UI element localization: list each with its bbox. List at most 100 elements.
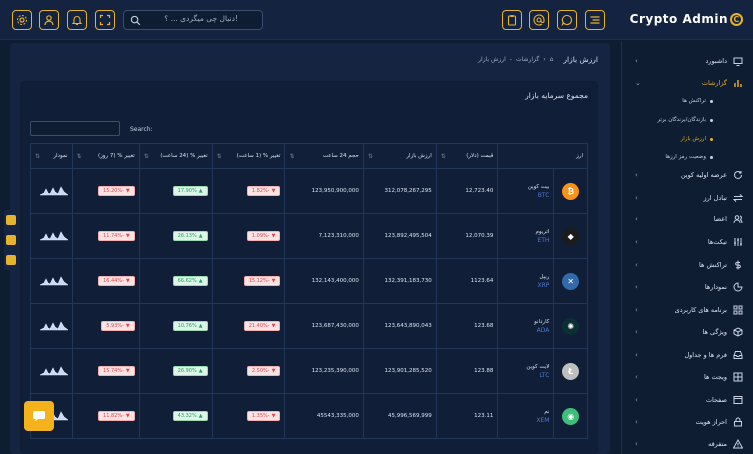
- chevron-left-icon: ‹: [635, 418, 638, 426]
- sidebar-item-label: متفرقه: [708, 440, 727, 448]
- fullscreen-button[interactable]: [95, 10, 115, 30]
- logo-text: Crypto Admin: [629, 12, 728, 26]
- column-header-4[interactable]: تغییر % (1 ساعت) ⇅: [211, 143, 286, 169]
- coin-symbol[interactable]: XRP: [502, 282, 549, 289]
- sparkline-chart: [39, 366, 69, 376]
- search-input[interactable]: دنبال چی میگردی ... ؟!: [123, 10, 263, 30]
- table-row[interactable]: Ł لایت کوین LTC 123.88 123,901,285,520 123,23…: [30, 348, 588, 394]
- chat-icon: [561, 14, 573, 26]
- change-badge-down: ▼ -1.35%: [246, 411, 281, 421]
- column-header-5[interactable]: تغییر % (24 ساعت) ⇅: [138, 143, 213, 169]
- sidebar-item-2[interactable]: ‹ عرضه اولیه کوین: [631, 165, 743, 185]
- sidebar-subitem-2[interactable]: ارزش بازار: [681, 136, 713, 142]
- side-tab-1[interactable]: [6, 215, 16, 225]
- sidebar-item-12[interactable]: ‹ صفحات: [631, 390, 743, 410]
- chat-button[interactable]: [557, 10, 577, 30]
- coin-symbol[interactable]: ETH: [502, 237, 549, 244]
- sort-icon: ⇅: [216, 153, 222, 160]
- table-search-input[interactable]: [30, 121, 120, 136]
- apps-icon: [733, 305, 743, 315]
- change-24h-cell: ▲ 26.90%: [138, 348, 213, 394]
- column-header-0[interactable]: ارز: [497, 143, 588, 169]
- price-cell: 1123.64: [435, 258, 499, 304]
- sidebar-item-5[interactable]: ‹ تیکت‌ها: [631, 232, 743, 252]
- clipboard-icon: [507, 15, 517, 26]
- sidebar-subitem-1[interactable]: بازندگان/برندگان برتر: [657, 117, 713, 123]
- profile-button[interactable]: [39, 10, 59, 30]
- sidebar-item-9[interactable]: ‹ ویژگی ها: [631, 322, 743, 342]
- change-badge-up: ▲ 26.90%: [172, 366, 208, 376]
- side-tab-3[interactable]: [6, 255, 16, 265]
- sparkline-cell: [30, 303, 73, 349]
- sidebar-item-label: گزارشات: [701, 79, 727, 87]
- side-tab-2[interactable]: [6, 235, 16, 245]
- sidebar-subitem-label: وضعیت رمز ارزها: [665, 154, 706, 160]
- menu-toggle-button[interactable]: [585, 10, 605, 30]
- table-row[interactable]: ✺ کاردانو ADA 123.68 123,643,890,043 123,687,…: [30, 303, 588, 349]
- sidebar-item-6[interactable]: ‹ تراکنش ها: [631, 255, 743, 275]
- chevron-left-icon: ‹: [635, 351, 638, 359]
- sidebar-item-label: ویژگی ها: [702, 328, 727, 336]
- sparkline-chart: [39, 321, 69, 331]
- change-badge-down: ▼ -21.40%: [243, 321, 281, 331]
- alert-icon: [733, 439, 743, 449]
- coin-symbol[interactable]: BTC: [502, 192, 550, 199]
- breadcrumb-section[interactable]: گزارشات: [516, 56, 539, 63]
- mail-button[interactable]: [529, 10, 549, 30]
- sidebar-item-4[interactable]: ‹ اعضا: [631, 209, 743, 229]
- coin-symbol[interactable]: XEM: [502, 417, 549, 424]
- table-row[interactable]: ◆ اتریوم ETH 12,070.39 123,892,495,504 7,123,…: [30, 213, 588, 259]
- refresh-icon: [733, 170, 743, 180]
- sidebar-item-13[interactable]: ‹ احراز هویت: [631, 412, 743, 432]
- market-cap-cell: 123,901,285,520: [362, 348, 437, 394]
- clipboard-button[interactable]: [502, 10, 522, 30]
- sidebar-item-8[interactable]: ‹ برنامه های کاربردی: [631, 300, 743, 320]
- coin-icon-cell: ◉: [553, 393, 588, 439]
- sidebar-item-0[interactable]: ‹ داشبورد: [631, 51, 743, 71]
- app-logo[interactable]: Crypto Admin C: [630, 12, 743, 26]
- market-table: ارز قیمت (دلار) ⇅ ارزش بازار ⇅ حجم 24 ساعت ⇅ تغ…: [30, 143, 588, 439]
- chevron-left-icon: ‹: [635, 238, 638, 246]
- sparkline-cell: [30, 168, 73, 214]
- sidebar-item-1[interactable]: ⌄ گزارشات: [631, 73, 743, 93]
- sort-icon: ⇅: [289, 153, 295, 160]
- pie-chart-icon: [733, 282, 743, 292]
- settings-button[interactable]: [12, 10, 32, 30]
- change-1h-cell: ▼ -15.12%: [211, 258, 286, 304]
- column-header-1[interactable]: قیمت (دلار) ⇅: [435, 143, 499, 169]
- market-cap-cell: 132,391,183,730: [362, 258, 437, 304]
- market-cap-card: مجموع سرمایه بازار Search: ارز قیمت (دلار…: [20, 81, 598, 454]
- floating-action-button[interactable]: [24, 401, 54, 431]
- market-cap-cell: 123,643,890,043: [362, 303, 437, 349]
- column-header-7[interactable]: نمودار ⇅: [30, 143, 73, 169]
- sidebar-item-14[interactable]: ‹ متفرقه: [631, 434, 743, 454]
- column-header-2[interactable]: ارزش بازار ⇅: [362, 143, 437, 169]
- table-row[interactable]: ✕ ریپل XRP 1123.64 132,391,183,730 132,143,40…: [30, 258, 588, 304]
- change-badge-down: ▼ -15.12%: [243, 276, 281, 286]
- sidebar-item-label: فرم ها و جداول: [684, 351, 727, 359]
- column-header-3[interactable]: حجم 24 ساعت ⇅: [284, 143, 364, 169]
- layout-icon: [733, 395, 743, 405]
- sidebar-item-3[interactable]: ‹ تبادل ارز: [631, 188, 743, 208]
- sidebar-subitem-0[interactable]: تراکنش ها: [682, 98, 713, 104]
- coin-name-cell: کاردانو ADA: [497, 303, 555, 349]
- sidebar-subitem-3[interactable]: وضعیت رمز ارزها: [665, 154, 713, 160]
- sidebar-item-10[interactable]: ‹ فرم ها و جداول: [631, 345, 743, 365]
- chevron-left-icon: ‹: [635, 171, 638, 179]
- breadcrumb: ارزش بازار - گزارشات › ⌂ ارزش بازار: [478, 55, 598, 64]
- column-header-6[interactable]: تغییر % (7 روز) ⇅: [71, 143, 140, 169]
- exchange-icon: [733, 193, 743, 203]
- chevron-left-icon: ‹: [635, 194, 638, 202]
- sidebar-subitem-label: ارزش بازار: [680, 136, 706, 142]
- home-icon[interactable]: ⌂: [550, 56, 554, 63]
- sidebar-item-11[interactable]: ‹ ویجت ها: [631, 367, 743, 387]
- sidebar-item-7[interactable]: ‹ نمودارها: [631, 277, 743, 297]
- table-row[interactable]: ₿ بیت کوین BTC 12,723.40 312,078,267,295 123,…: [30, 168, 588, 214]
- inbox-icon: [733, 350, 743, 360]
- coin-name: اتریوم: [535, 228, 550, 235]
- sort-icon: ⇅: [367, 153, 373, 160]
- coin-symbol[interactable]: LTC: [502, 372, 549, 379]
- table-row[interactable]: ◉ نم XEM 123.11 45,996,569,999 45543,335,000 ▼…: [30, 393, 588, 439]
- notifications-button[interactable]: [67, 10, 87, 30]
- coin-symbol[interactable]: ADA: [502, 327, 550, 334]
